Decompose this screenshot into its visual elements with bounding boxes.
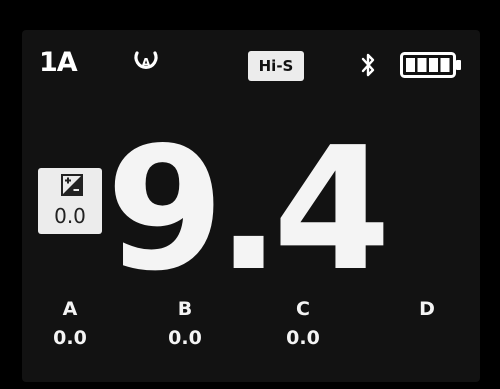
group-value: 0.0 — [286, 327, 320, 349]
display-screen: 1A A Hi-S 0.0 9.4 A 0.0 B 0.0 C 0.0 D — [22, 30, 480, 382]
group-a[interactable]: A 0.0 — [35, 298, 105, 349]
group-label: C — [296, 298, 310, 320]
auto-mode-icon: A — [134, 51, 158, 70]
power-readout[interactable]: 9.4 — [106, 125, 391, 295]
sync-mode-badge[interactable]: Hi-S — [248, 51, 304, 81]
group-value: 0.0 — [53, 327, 87, 349]
group-b[interactable]: B 0.0 — [150, 298, 220, 349]
group-label: A — [62, 298, 78, 320]
exposure-compensation-value: 0.0 — [54, 204, 86, 228]
svg-text:A: A — [141, 56, 151, 70]
group-d[interactable]: D — [392, 298, 462, 327]
group-value: 0.0 — [168, 327, 202, 349]
group-label: B — [177, 298, 193, 320]
device-bezel: 1A A Hi-S 0.0 9.4 A 0.0 B 0.0 C 0.0 D — [0, 0, 500, 389]
exposure-compensation-button[interactable]: 0.0 — [38, 168, 102, 234]
exposure-compensation-icon — [61, 174, 83, 196]
group-label: D — [419, 298, 435, 320]
bluetooth-icon — [361, 53, 375, 77]
battery-full-icon — [400, 52, 461, 78]
group-c[interactable]: C 0.0 — [268, 298, 338, 349]
channel-indicator[interactable]: 1A — [39, 49, 78, 76]
